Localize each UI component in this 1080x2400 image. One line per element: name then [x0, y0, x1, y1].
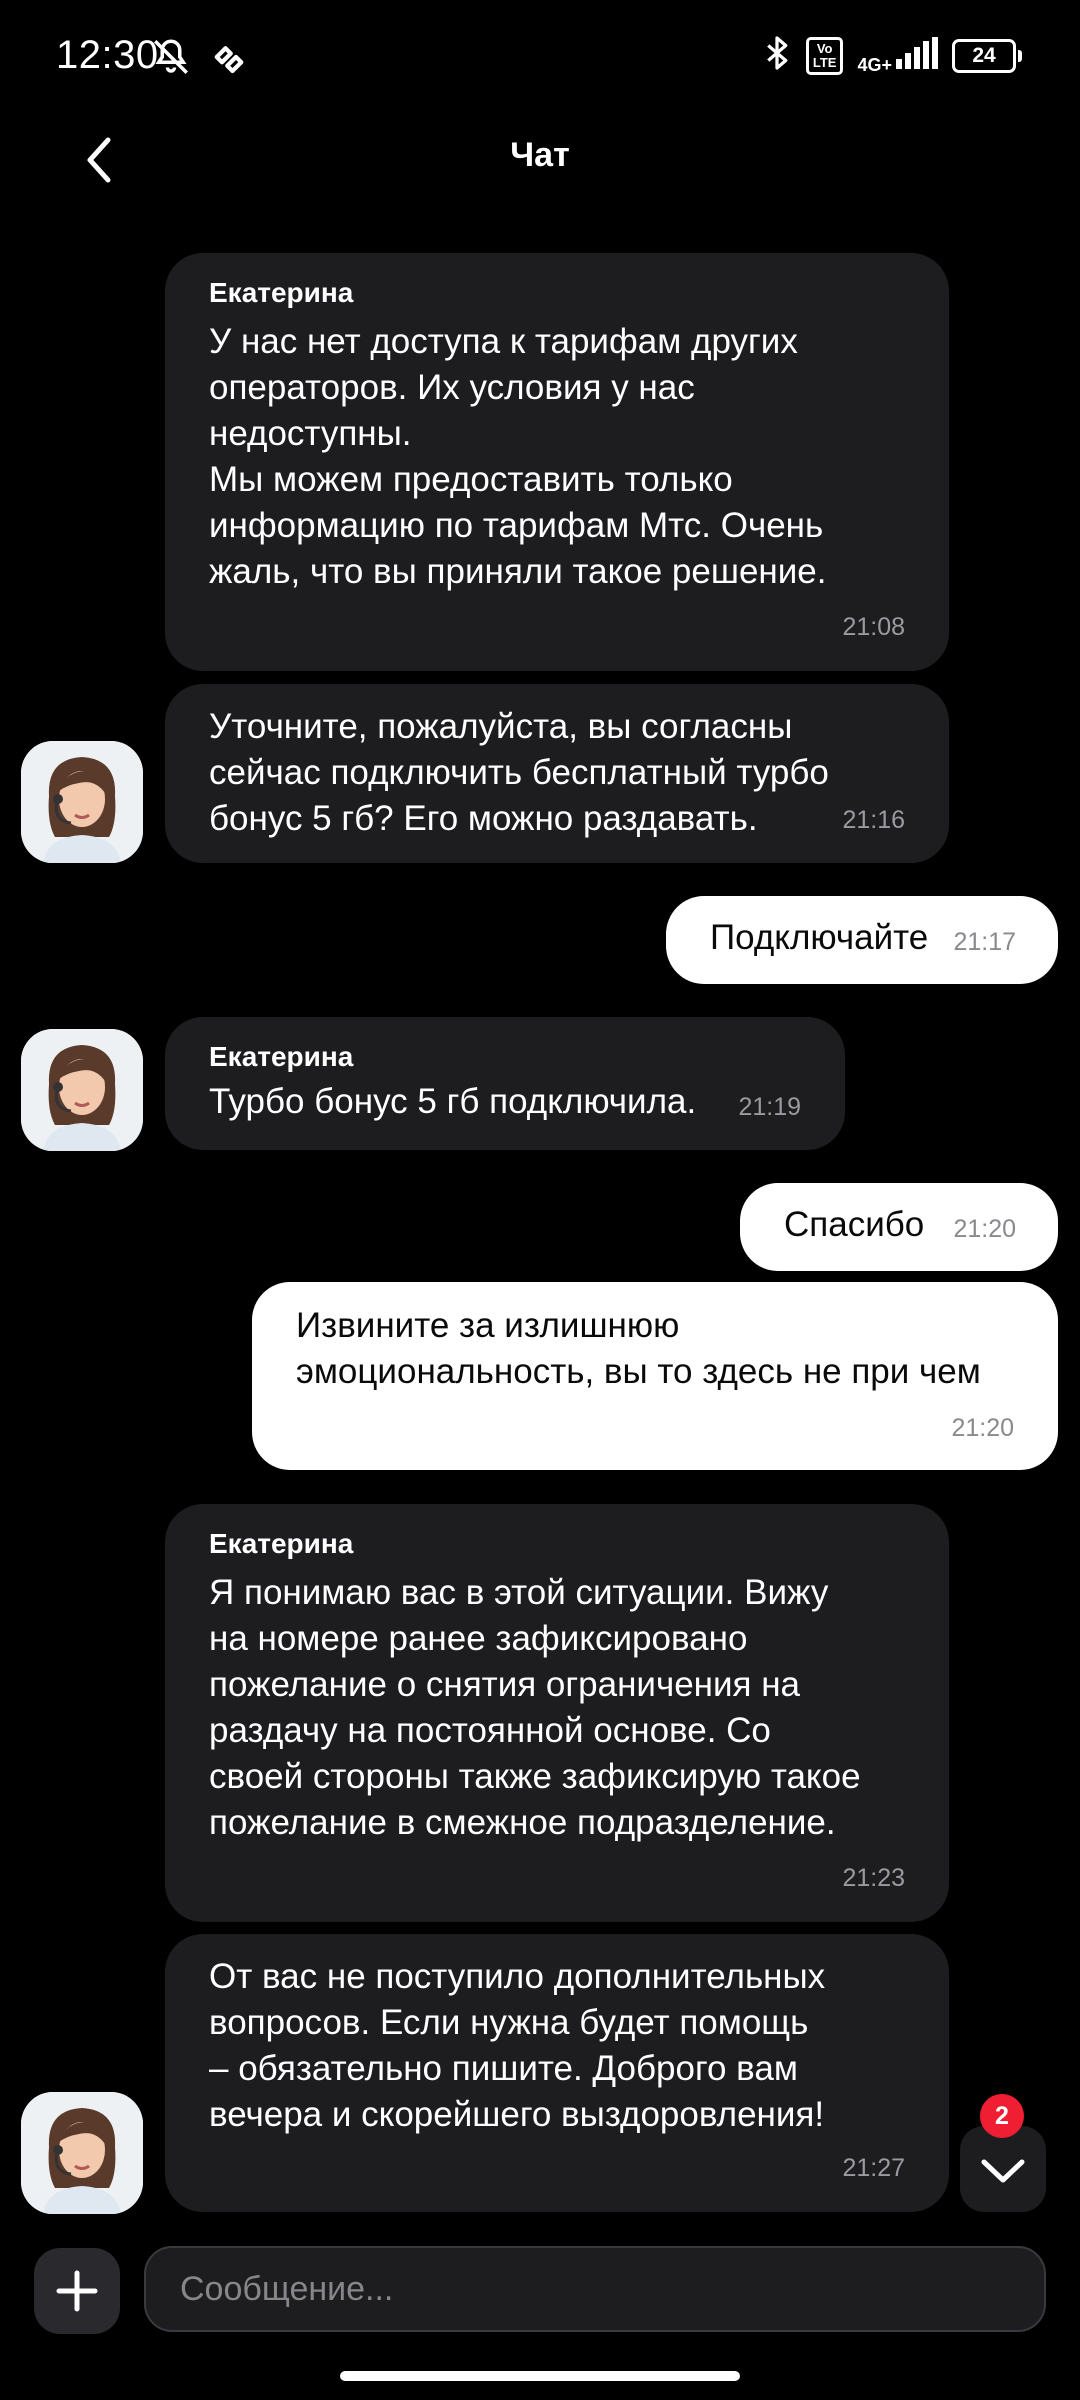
volte-icon: Vo LTE: [805, 36, 844, 75]
chat-header: Чат: [0, 120, 1080, 192]
home-indicator[interactable]: [340, 2371, 740, 2381]
status-bar: 12:30 Vo LTE 4G+ 24: [0, 0, 1080, 120]
bell-muted-icon: [150, 36, 192, 83]
battery-icon: 24: [952, 38, 1022, 73]
message-outgoing[interactable]: Извините за излишнюю эмоциональность, вы…: [252, 1282, 1058, 1470]
signal-icon: [896, 37, 938, 74]
sender-name: Екатерина: [209, 1528, 354, 1559]
message-time: 21:20: [951, 1414, 1014, 1442]
message-text: Извините за излишнюю эмоциональность, вы…: [296, 1306, 981, 1391]
operator-avatar: [21, 1029, 143, 1151]
message-text: Я понимаю вас в этой ситуации. Вижу на н…: [209, 1573, 861, 1842]
message-incoming[interactable]: Екатерина Турбо бонус 5 гб подключила. 2…: [165, 1017, 845, 1150]
message-time: 21:19: [738, 1093, 801, 1121]
message-time: 21:23: [842, 1864, 905, 1892]
message-incoming[interactable]: От вас не поступило дополнительных вопро…: [165, 1934, 949, 2212]
message-incoming[interactable]: Екатерина У нас нет доступа к тарифам др…: [165, 253, 949, 671]
attach-button[interactable]: [34, 2248, 120, 2334]
status-time: 12:30: [56, 33, 159, 77]
message-incoming[interactable]: Екатерина Я понимаю вас в этой ситуации.…: [165, 1504, 949, 1922]
message-input[interactable]: [144, 2246, 1046, 2332]
app-notification-icon: [208, 36, 250, 83]
message-time: 21:17: [953, 928, 1016, 956]
message-outgoing[interactable]: Спасибо 21:20: [740, 1183, 1058, 1271]
message-text: Спасибо: [784, 1205, 925, 1244]
plus-icon: [56, 2270, 98, 2312]
sender-name: Екатерина: [209, 1041, 354, 1072]
message-text: Подключайте: [710, 918, 929, 957]
scroll-to-bottom-button[interactable]: [960, 2126, 1046, 2212]
message-outgoing[interactable]: Подключайте 21:17: [666, 896, 1058, 984]
operator-avatar: [21, 2092, 143, 2214]
message-time: 21:16: [842, 806, 905, 834]
page-title: Чат: [510, 136, 570, 174]
unread-count-badge: 2: [980, 2094, 1024, 2138]
message-text: У нас нет доступа к тарифам других опера…: [209, 322, 827, 591]
sender-name: Екатерина: [209, 277, 354, 308]
message-time: 21:08: [842, 613, 905, 641]
bluetooth-icon: [762, 34, 792, 77]
message-time: 21:20: [953, 1215, 1016, 1243]
chevron-down-icon: [981, 2159, 1025, 2183]
message-incoming[interactable]: Уточните, пожалуйста, вы согласны сейчас…: [165, 684, 949, 863]
message-text: Уточните, пожалуйста, вы согласны сейчас…: [209, 707, 829, 838]
message-text: Турбо бонус 5 гб подключила.: [209, 1082, 697, 1121]
operator-avatar: [21, 741, 143, 863]
battery-level: 24: [952, 38, 1016, 73]
message-text: От вас не поступило дополнительных вопро…: [209, 1957, 826, 2134]
network-type-label: 4G+: [857, 55, 892, 75]
message-time: 21:27: [842, 2154, 905, 2182]
message-composer: [0, 2240, 1080, 2340]
